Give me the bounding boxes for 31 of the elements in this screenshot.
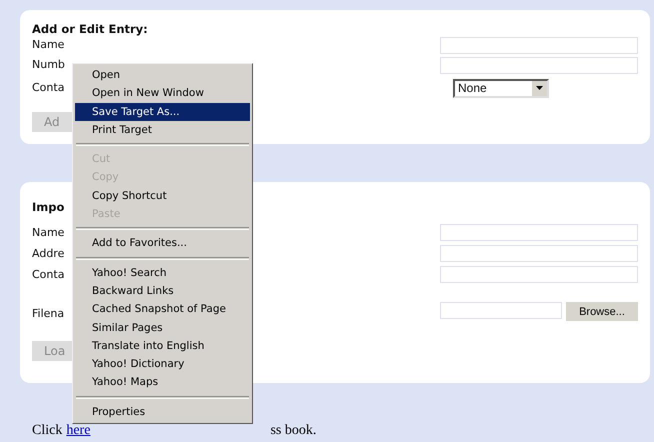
- footer-text: ss book.: [270, 423, 316, 439]
- menu-item[interactable]: Yahoo! Search: [75, 264, 250, 282]
- field-label: Numb: [32, 58, 65, 72]
- browse-button[interactable]: Browse...: [566, 302, 638, 321]
- section-title: Add or Edit Entry:: [32, 22, 148, 36]
- footer-text: Click: [32, 423, 62, 439]
- text-field[interactable]: [440, 56, 638, 74]
- menu-item[interactable]: Yahoo! Maps: [75, 373, 250, 392]
- menu-item[interactable]: Backward Links: [75, 282, 250, 300]
- menu-item[interactable]: Open: [75, 66, 250, 84]
- text-field[interactable]: [440, 36, 638, 54]
- menu-item[interactable]: Add to Favorites...: [75, 234, 250, 253]
- text-field[interactable]: [440, 245, 638, 262]
- text-field[interactable]: [440, 224, 638, 241]
- text-field[interactable]: [440, 266, 638, 283]
- field-label: Conta: [32, 81, 64, 95]
- menu-item[interactable]: Similar Pages: [75, 318, 250, 337]
- field-label: Conta: [32, 268, 64, 282]
- field-label: Addre: [32, 246, 64, 260]
- dropdown[interactable]: None: [453, 78, 549, 98]
- here-link[interactable]: here: [66, 423, 90, 439]
- section-title: Impo: [32, 200, 64, 214]
- menu-item[interactable]: Properties: [75, 402, 250, 422]
- file-field[interactable]: [440, 302, 562, 319]
- menu-item[interactable]: Save Target As...: [75, 102, 250, 121]
- field-label: Filena: [32, 307, 64, 321]
- menu-item[interactable]: Copy Shortcut: [75, 186, 250, 206]
- menu-item[interactable]: Open in New Window: [75, 84, 250, 103]
- field-label: Name: [32, 226, 64, 240]
- menu-item[interactable]: Cached Snapshot of Page: [75, 300, 250, 319]
- field-label: Name: [32, 38, 64, 52]
